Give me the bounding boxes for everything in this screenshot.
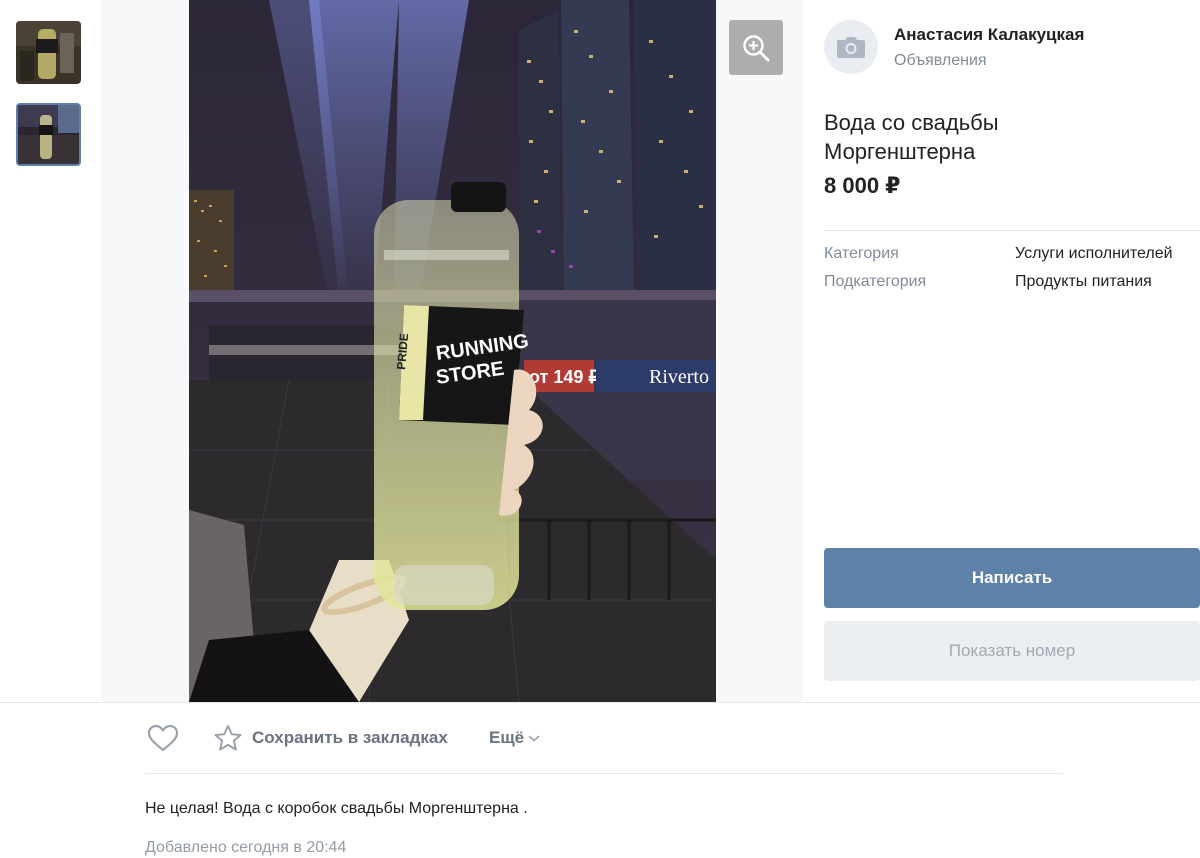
thumbnail-1[interactable] [16, 21, 81, 84]
write-message-button[interactable]: Написать [824, 548, 1200, 608]
seller-name[interactable]: Анастасия Калакуцкая [894, 25, 1084, 45]
actions-divider [145, 773, 1063, 774]
star-icon [214, 725, 242, 751]
camera-icon [837, 37, 865, 58]
main-photo[interactable]: от 149 ₽ Riverto RUNNING STORE PRIDE [189, 0, 716, 702]
like-button[interactable] [145, 718, 181, 758]
added-timestamp: Добавлено сегодня в 20:44 [145, 839, 347, 856]
thumbnail-2-image [18, 105, 79, 164]
action-bar: Сохранить в закладках Ещё [145, 718, 1063, 758]
thumbnail-2[interactable] [16, 103, 81, 166]
photo-viewer: от 149 ₽ Riverto RUNNING STORE PRIDE [101, 0, 803, 702]
chevron-down-icon [528, 735, 540, 742]
thumbnail-1-image [16, 21, 81, 84]
listing-price: 8 000 ₽ [824, 173, 901, 198]
category-label: Категория [824, 245, 899, 262]
listing-info-panel: Анастасия Калакуцкая Объявления Вода со … [803, 0, 1200, 702]
listing-description: Не целая! Вода с коробок свадьбы Моргенш… [145, 800, 528, 817]
listing-title: Вода со свадьбы Моргенштерна [824, 110, 999, 164]
subcategory-value: Продукты питания [1015, 273, 1152, 290]
bookmark-label: Сохранить в закладках [252, 728, 448, 747]
more-button[interactable]: Ещё [489, 718, 541, 758]
more-label: Ещё [489, 728, 525, 747]
show-phone-button[interactable]: Показать номер [824, 621, 1200, 681]
bookmark-button[interactable]: Сохранить в закладках [213, 718, 448, 758]
main-photo-image: от 149 ₽ Riverto RUNNING STORE PRIDE [189, 0, 716, 702]
zoom-in-icon [743, 34, 770, 61]
category-value: Услуги исполнителей [1015, 245, 1173, 262]
seller-section[interactable]: Объявления [894, 52, 987, 70]
heart-icon [147, 724, 179, 752]
info-divider [824, 230, 1200, 231]
photo-sign-price: от 149 ₽ [529, 367, 600, 387]
subcategory-label: Подкатегория [824, 273, 927, 290]
thumbnail-column [0, 0, 101, 702]
section-divider [0, 702, 1200, 703]
seller-avatar[interactable] [824, 20, 878, 74]
zoom-button[interactable] [729, 20, 783, 75]
photo-sign-name: Riverto [649, 366, 709, 388]
